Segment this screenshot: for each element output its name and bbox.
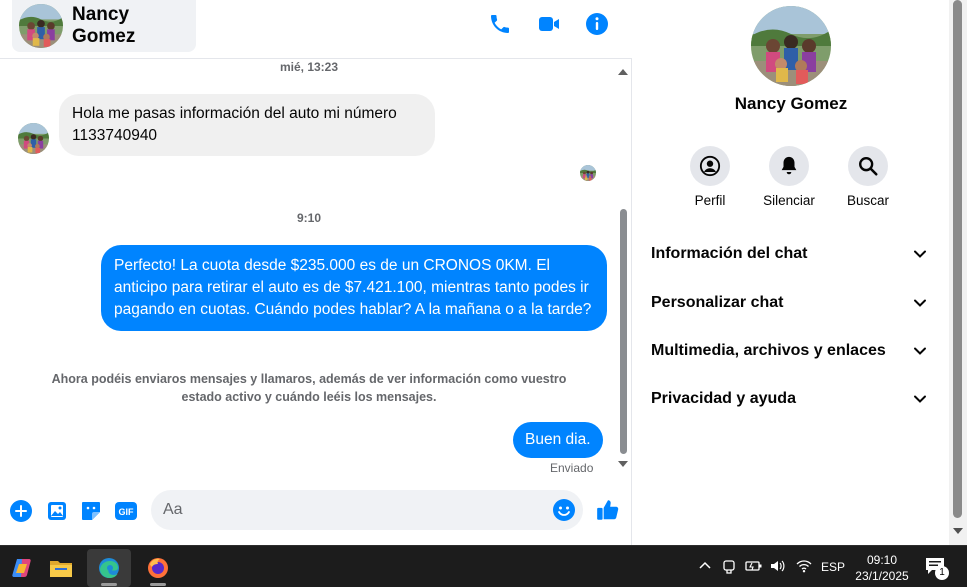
- svg-text:GIF: GIF: [119, 507, 135, 517]
- section-label: Personalizar chat: [651, 294, 784, 311]
- gif-icon[interactable]: GIF: [114, 499, 138, 523]
- section-chat-info[interactable]: Información del chat: [643, 234, 935, 274]
- section-label: Información del chat: [651, 245, 808, 262]
- chevron-down-icon: [914, 250, 926, 258]
- search-icon: [859, 157, 878, 176]
- wifi-icon[interactable]: [796, 558, 812, 574]
- action-label: Silenciar: [763, 193, 815, 208]
- timestamp: mié, 13:23: [279, 60, 339, 74]
- message-composer: GIF: [0, 485, 632, 537]
- running-indicator: [150, 583, 166, 586]
- chevron-down-icon: [914, 347, 926, 355]
- section-media-files-links[interactable]: Multimedia, archivos y enlaces: [643, 331, 935, 371]
- system-clock[interactable]: 09:10 23/1/2025: [848, 552, 916, 584]
- add-circle-icon[interactable]: [9, 499, 33, 523]
- notification-badge: 1: [935, 566, 949, 580]
- volume-icon[interactable]: [769, 558, 787, 574]
- chat-panel: Nancy Gomez mié, 13:23 Hola me pasas inf…: [0, 0, 632, 545]
- outgoing-message[interactable]: Perfecto! La cuota desde $235.000 es de …: [101, 245, 607, 331]
- incoming-message[interactable]: Hola me pasas información del auto mi nú…: [59, 94, 435, 156]
- emoji-icon[interactable]: [552, 498, 576, 522]
- phone-icon[interactable]: [488, 12, 512, 36]
- file-explorer-icon: [50, 561, 72, 577]
- clock-date: 23/1/2025: [855, 569, 909, 583]
- message-scrollbar[interactable]: [617, 59, 629, 477]
- contact-avatar: [19, 4, 63, 48]
- message-status: Enviado: [550, 461, 594, 475]
- page-scroll-thumb[interactable]: [953, 0, 962, 518]
- search-button[interactable]: Buscar: [823, 146, 913, 208]
- mute-button[interactable]: Silenciar: [744, 146, 834, 208]
- firefox-button[interactable]: [136, 549, 180, 587]
- action-label: Perfil: [694, 193, 726, 208]
- thumbs-up-icon[interactable]: [595, 497, 621, 523]
- input-language[interactable]: ESP: [821, 560, 845, 574]
- video-camera-icon[interactable]: [537, 12, 561, 36]
- sender-avatar: [18, 123, 49, 154]
- page-scrollbar[interactable]: [949, 0, 967, 545]
- scroll-thumb[interactable]: [620, 209, 627, 454]
- scroll-down-arrow[interactable]: [618, 461, 628, 467]
- scroll-up-arrow[interactable]: [618, 69, 628, 75]
- contact-profile-photo[interactable]: [751, 6, 831, 86]
- section-privacy-support[interactable]: Privacidad y ayuda: [643, 379, 935, 419]
- chevron-up-icon[interactable]: [698, 560, 712, 572]
- clock-time: 09:10: [866, 553, 898, 567]
- action-label: Buscar: [846, 193, 890, 208]
- copilot-icon: [12, 559, 31, 577]
- edge-button[interactable]: [87, 549, 131, 587]
- firefox-icon: [148, 558, 168, 578]
- message-input[interactable]: [151, 490, 583, 530]
- windows-taskbar: ESP 09:10 23/1/2025 1: [0, 545, 967, 587]
- info-icon[interactable]: [585, 12, 609, 36]
- seen-indicator-avatar: [580, 165, 596, 181]
- sticker-icon[interactable]: [79, 499, 103, 523]
- active-indicator: [101, 583, 117, 586]
- profile-button[interactable]: Perfil: [665, 146, 755, 208]
- copilot-button[interactable]: [0, 549, 44, 587]
- bell-icon: [781, 156, 797, 175]
- battery-icon[interactable]: [745, 558, 763, 574]
- timestamp: 9:10: [296, 211, 322, 225]
- edge-icon: [99, 558, 119, 578]
- contact-name: Nancy Gomez: [72, 4, 136, 47]
- image-icon[interactable]: [45, 499, 69, 523]
- system-notice: Ahora podéis enviaros mensajes y llamaro…: [51, 372, 567, 404]
- notification-center-button[interactable]: 1: [924, 556, 950, 580]
- conversation-info-panel: Nancy Gomez Perfil Silenciar Buscar Info…: [633, 0, 949, 545]
- profile-name: Nancy Gomez: [734, 94, 848, 113]
- section-label: Multimedia, archivos y enlaces: [651, 342, 886, 359]
- contact-header-button[interactable]: Nancy Gomez: [12, 0, 196, 52]
- profile-icon: [699, 155, 721, 177]
- outgoing-message[interactable]: Buen dia.: [513, 422, 603, 458]
- page-scroll-down-arrow[interactable]: [953, 528, 963, 534]
- section-label: Privacidad y ayuda: [651, 390, 796, 407]
- chevron-down-icon: [914, 299, 926, 307]
- chat-header: Nancy Gomez: [0, 0, 632, 59]
- meet-now-icon[interactable]: [722, 558, 736, 574]
- section-customize-chat[interactable]: Personalizar chat: [643, 283, 935, 323]
- chevron-down-icon: [914, 395, 926, 403]
- message-list: mié, 13:23 Hola me pasas información del…: [0, 59, 632, 477]
- file-explorer-button[interactable]: [39, 549, 83, 587]
